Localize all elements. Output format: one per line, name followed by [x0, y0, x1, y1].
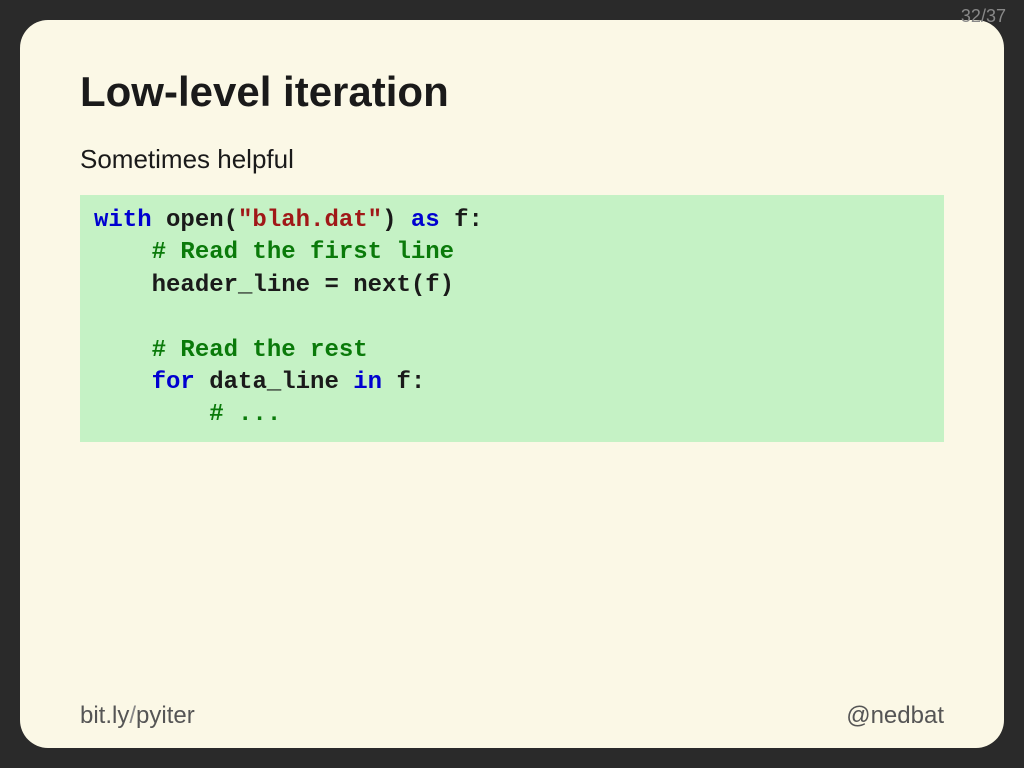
- code-text: open(: [152, 207, 238, 234]
- code-block: with open("blah.dat") as f: # Read the f…: [80, 195, 944, 442]
- code-indent: [94, 239, 152, 266]
- code-comment: # ...: [209, 401, 281, 428]
- code-line-1: with open("blah.dat") as f:: [94, 207, 483, 234]
- footer-link[interactable]: bit.ly/pyiter: [80, 702, 195, 730]
- code-line-2: # Read the first line: [94, 239, 454, 266]
- code-comment: # Read the rest: [152, 337, 368, 364]
- code-text: f:: [382, 369, 425, 396]
- page-current: 32: [961, 6, 981, 26]
- code-keyword: in: [353, 369, 382, 396]
- code-keyword: with: [94, 207, 152, 234]
- slide: Low-level iteration Sometimes helpful wi…: [20, 20, 1004, 748]
- code-text: ): [382, 207, 411, 234]
- code-keyword: as: [411, 207, 440, 234]
- code-string: "blah.dat": [238, 207, 382, 234]
- code-line-7: # ...: [94, 401, 281, 428]
- code-line-6: for data_line in f:: [94, 369, 425, 396]
- slide-footer: bit.ly/pyiter @nedbat: [80, 702, 944, 730]
- slide-title: Low-level iteration: [80, 68, 944, 116]
- code-indent: [94, 369, 152, 396]
- code-line-5: # Read the rest: [94, 337, 368, 364]
- code-indent: [94, 401, 209, 428]
- code-line-3: header_line = next(f): [94, 272, 454, 299]
- code-comment: # Read the first line: [152, 239, 454, 266]
- code-text: data_line: [195, 369, 353, 396]
- code-keyword: for: [152, 369, 195, 396]
- code-text: f:: [440, 207, 483, 234]
- page-total: 37: [986, 6, 1006, 26]
- footer-link-domain: bit.ly: [80, 702, 129, 729]
- footer-link-path: pyiter: [136, 702, 195, 729]
- slide-subtitle: Sometimes helpful: [80, 144, 944, 175]
- page-counter: 32/37: [961, 6, 1006, 27]
- code-indent: [94, 337, 152, 364]
- footer-handle[interactable]: @nedbat: [846, 702, 944, 730]
